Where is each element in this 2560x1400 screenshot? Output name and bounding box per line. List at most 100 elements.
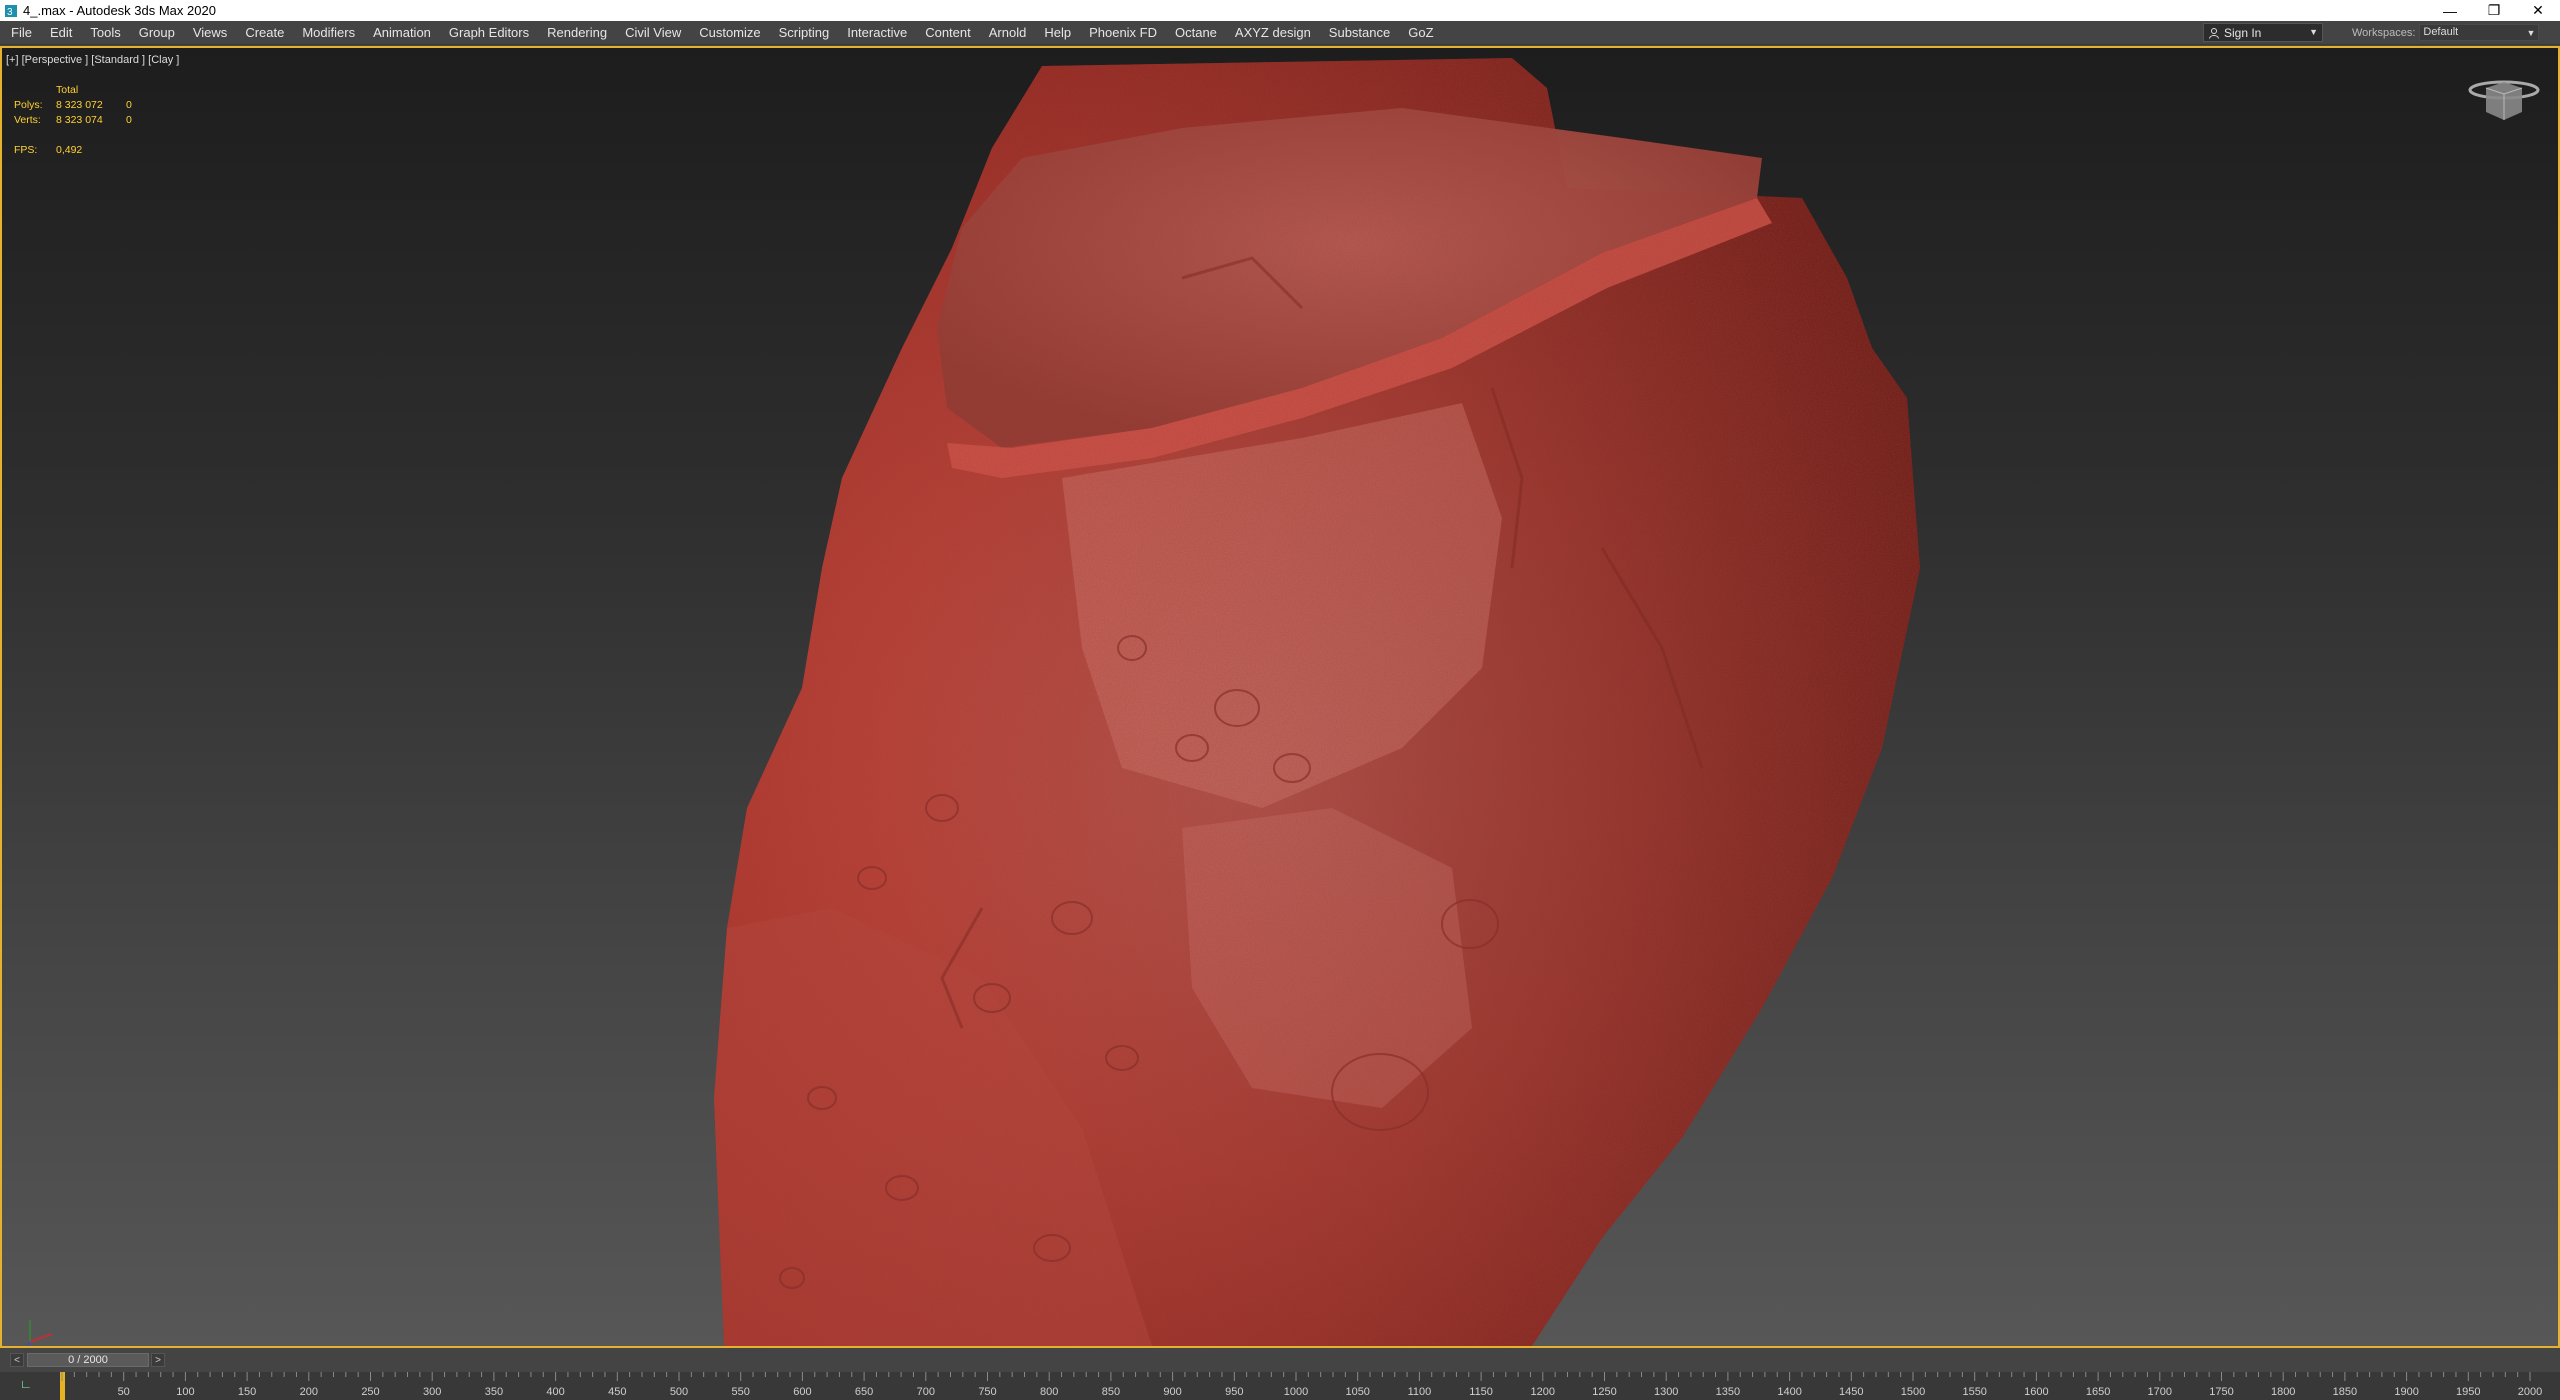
polys-selected: 0 xyxy=(126,99,132,111)
ruler-tick-label: 1300 xyxy=(1654,1386,1678,1398)
menu-group[interactable]: Group xyxy=(130,21,184,45)
menu-bar: File Edit Tools Group Views Create Modifiers An… xyxy=(0,21,2560,45)
menu-substance[interactable]: Substance xyxy=(1320,21,1399,45)
ruler-tick-label: 900 xyxy=(1163,1386,1181,1398)
ruler-tick-label: 1600 xyxy=(2024,1386,2048,1398)
ruler-tick-label: 1200 xyxy=(1531,1386,1555,1398)
timeline-ruler[interactable]: ∟ 50 100 150 200 250 300 350 400 450 500 550 600 650… xyxy=(0,1372,2560,1400)
workspace-value: Default xyxy=(2423,26,2459,38)
menu-interactive[interactable]: Interactive xyxy=(838,21,916,45)
ruler-tick-label: 100 xyxy=(176,1386,194,1398)
menu-octane[interactable]: Octane xyxy=(1166,21,1226,45)
menu-rendering[interactable]: Rendering xyxy=(538,21,616,45)
ruler-tick-label: 1500 xyxy=(1901,1386,1925,1398)
title-bar: 3 4_.max - Autodesk 3ds Max 2020 — ❐ ✕ xyxy=(0,0,2560,21)
ruler-tick-label: 150 xyxy=(238,1386,256,1398)
workspaces-label: Workspaces: xyxy=(2352,26,2416,39)
menu-modifiers[interactable]: Modifiers xyxy=(293,21,364,45)
menu-create[interactable]: Create xyxy=(236,21,293,45)
ruler-tick-label: 300 xyxy=(423,1386,441,1398)
ruler-tick-label: 750 xyxy=(978,1386,996,1398)
menu-arnold[interactable]: Arnold xyxy=(980,21,1036,45)
ruler-tick-label: 600 xyxy=(793,1386,811,1398)
ruler-tick-label: 650 xyxy=(855,1386,873,1398)
fps-value: 0,492 xyxy=(56,144,83,156)
ruler-tick-label: 1700 xyxy=(2148,1386,2172,1398)
ruler-tick-label: 1450 xyxy=(1839,1386,1863,1398)
menu-help[interactable]: Help xyxy=(1035,21,1080,45)
workspace-dropdown[interactable]: Default ▼ xyxy=(2419,24,2540,41)
ruler-tick-label: 2000 xyxy=(2518,1386,2542,1398)
close-button[interactable]: ✕ xyxy=(2516,0,2560,21)
verts-selected: 0 xyxy=(126,114,132,126)
time-slider-track[interactable]: < 0 / 2000 > xyxy=(0,1348,2560,1372)
ruler-tick-label: 200 xyxy=(300,1386,318,1398)
timeline-area: < 0 / 2000 > ∟ 50 100 150 200 250 300 350 400 45… xyxy=(0,1348,2560,1400)
ruler-tick-label: 400 xyxy=(546,1386,564,1398)
rock-mesh xyxy=(714,58,1920,1346)
ruler-tick-label: 1850 xyxy=(2333,1386,2357,1398)
menu-animation[interactable]: Animation xyxy=(364,21,440,45)
chevron-down-icon: ▼ xyxy=(2309,27,2318,37)
sign-in-dropdown[interactable]: Sign In ▼ xyxy=(2203,23,2323,42)
stats-header: Total xyxy=(56,84,79,96)
sign-in-label: Sign In xyxy=(2224,25,2262,40)
ruler-tick-label: 1100 xyxy=(1408,1386,1432,1398)
menu-views[interactable]: Views xyxy=(184,21,236,45)
ruler-tick-label: 1000 xyxy=(1284,1386,1308,1398)
axis-tripod-icon xyxy=(22,1312,62,1346)
menu-axyz-design[interactable]: AXYZ design xyxy=(1226,21,1320,45)
ruler-tick-label: 1150 xyxy=(1469,1386,1493,1398)
ruler-ticks: 50 100 150 200 250 300 350 400 450 500 550 600 650 70… xyxy=(61,1372,2542,1398)
ruler-tick-label: 350 xyxy=(485,1386,503,1398)
ruler-tick-label: 1050 xyxy=(1345,1386,1369,1398)
next-frame-button[interactable]: > xyxy=(151,1353,165,1367)
menu-file[interactable]: File xyxy=(2,21,41,45)
ruler-tick-label: 800 xyxy=(1040,1386,1058,1398)
window-title: 4_.max - Autodesk 3ds Max 2020 xyxy=(23,3,216,18)
ruler-tick-label: 1750 xyxy=(2209,1386,2233,1398)
menu-civil-view[interactable]: Civil View xyxy=(616,21,690,45)
ruler-tick-label: 1350 xyxy=(1716,1386,1740,1398)
ruler-tick-label: 950 xyxy=(1225,1386,1243,1398)
3dsmax-app-icon: 3 xyxy=(4,4,18,18)
polys-total: 8 323 072 xyxy=(56,99,103,111)
ruler-tick-label: 1400 xyxy=(1777,1386,1801,1398)
main-menu: File Edit Tools Group Views Create Modifiers An… xyxy=(0,21,1443,45)
menu-tools[interactable]: Tools xyxy=(81,21,129,45)
workspaces-selector: Workspaces: Default ▼ xyxy=(2352,23,2540,42)
ruler-tick-label: 700 xyxy=(917,1386,935,1398)
verts-label: Verts: xyxy=(14,114,41,126)
prev-frame-button[interactable]: < xyxy=(10,1353,24,1367)
ruler-tick-label: 1250 xyxy=(1592,1386,1616,1398)
time-slider-thumb[interactable]: 0 / 2000 xyxy=(27,1353,149,1367)
menu-phoenix-fd[interactable]: Phoenix FD xyxy=(1080,21,1166,45)
minimize-button[interactable]: — xyxy=(2428,0,2472,21)
svg-text:3: 3 xyxy=(7,7,13,18)
menu-edit[interactable]: Edit xyxy=(41,21,81,45)
polys-label: Polys: xyxy=(14,99,43,111)
menu-content[interactable]: Content xyxy=(916,21,980,45)
ruler-tick-label: 250 xyxy=(361,1386,379,1398)
ruler-tick-label: 1550 xyxy=(1962,1386,1986,1398)
menu-scripting[interactable]: Scripting xyxy=(770,21,839,45)
menu-graph-editors[interactable]: Graph Editors xyxy=(440,21,538,45)
viewport-label[interactable]: [+] [Perspective ] [Standard ] [Clay ] xyxy=(6,54,179,66)
fps-label: FPS: xyxy=(14,144,38,156)
ruler-tick-label: 450 xyxy=(608,1386,626,1398)
ruler-tick-label: 1900 xyxy=(2394,1386,2418,1398)
menu-customize[interactable]: Customize xyxy=(690,21,769,45)
ruler-tick-label: 850 xyxy=(1102,1386,1120,1398)
chevron-down-icon: ▼ xyxy=(2526,28,2536,38)
perspective-viewport[interactable]: [+] [Perspective ] [Standard ] [Clay ] T… xyxy=(0,46,2560,1348)
ruler-tick-label: 50 xyxy=(118,1386,130,1398)
ruler-tick-label: 1800 xyxy=(2271,1386,2295,1398)
ruler-tick-label: 1650 xyxy=(2086,1386,2110,1398)
viewcube-icon[interactable] xyxy=(2468,78,2540,128)
restore-button[interactable]: ❐ xyxy=(2472,0,2516,21)
menu-goz[interactable]: GoZ xyxy=(1399,21,1442,45)
ruler-tick-label: 500 xyxy=(670,1386,688,1398)
user-icon xyxy=(2208,27,2220,39)
ruler-tick-label: 1950 xyxy=(2456,1386,2480,1398)
verts-total: 8 323 074 xyxy=(56,114,103,126)
